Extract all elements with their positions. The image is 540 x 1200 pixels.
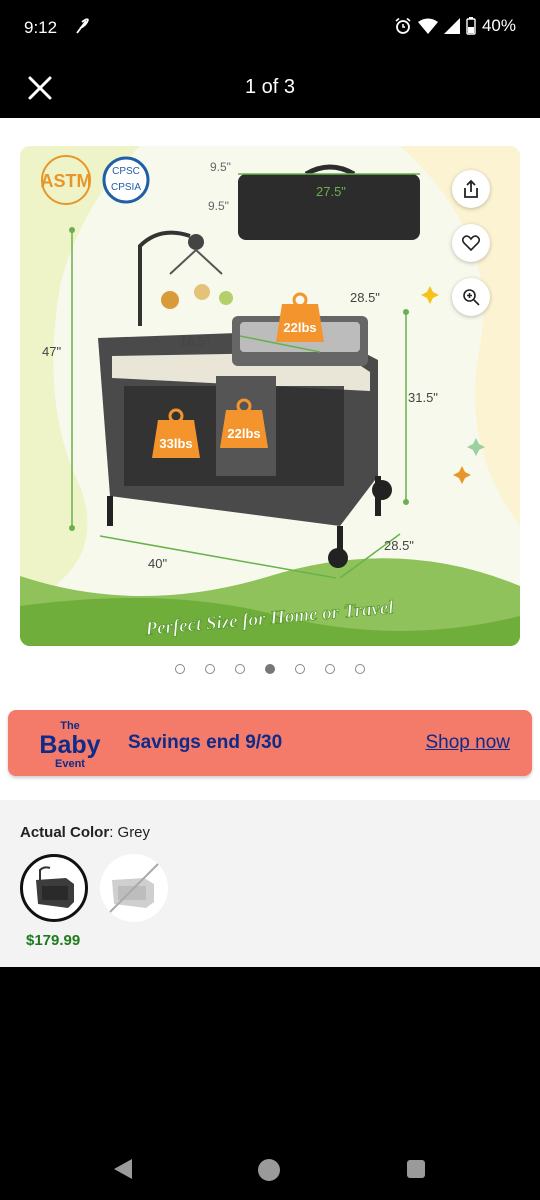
- recents-nav-icon[interactable]: [406, 1159, 426, 1179]
- zoom-button[interactable]: [452, 278, 490, 316]
- alarm-icon: [395, 17, 411, 34]
- carousel-dot[interactable]: [265, 664, 275, 674]
- swatch-grey-thumbnail: [36, 866, 74, 908]
- product-illustration: ASTM CPSC CPSIA 27.5" 9.5" 9.5" 47" 22lb…: [20, 146, 520, 646]
- carousel-indicators: [0, 664, 540, 674]
- home-nav-icon[interactable]: [257, 1158, 281, 1182]
- carousel-dot[interactable]: [295, 664, 305, 674]
- width-label: 40": [148, 556, 167, 571]
- bag-width-label: 27.5": [316, 184, 346, 199]
- color-label: Actual Color: Grey: [20, 824, 151, 841]
- shop-now-link[interactable]: Shop now: [425, 732, 510, 754]
- promo-banner[interactable]: The Baby Event Savings end 9/30 Shop now: [8, 710, 532, 776]
- carousel-dot[interactable]: [235, 664, 245, 674]
- astm-label: ASTM: [41, 171, 92, 191]
- carousel-dot[interactable]: [175, 664, 185, 674]
- side-height-label: 31.5": [408, 390, 438, 405]
- weight-changer-label: 22lbs: [283, 320, 316, 335]
- carousel-dot[interactable]: [355, 664, 365, 674]
- favorite-button[interactable]: [452, 224, 490, 262]
- swatch-price: $179.99: [26, 932, 81, 949]
- color-swatch-grey[interactable]: [20, 854, 88, 922]
- share-button[interactable]: [452, 170, 490, 208]
- depth-label: 28.5": [384, 538, 414, 553]
- color-swatch-unavailable[interactable]: [100, 854, 168, 922]
- bag-height1-label: 9.5": [210, 160, 231, 174]
- wifi-icon: [417, 18, 438, 34]
- status-bar: 9:12 40%: [0, 0, 540, 56]
- height-total-label: 47": [42, 344, 61, 359]
- content: ASTM CPSC CPSIA 27.5" 9.5" 9.5" 47" 22lb…: [0, 118, 540, 967]
- status-time: 9:12: [24, 18, 58, 37]
- heart-icon: [462, 235, 480, 251]
- system-navigation-bar: [0, 1120, 540, 1200]
- color-selector: Actual Color: Grey $179.99: [0, 800, 540, 967]
- share-icon: [464, 179, 478, 198]
- back-nav-icon[interactable]: [112, 1157, 134, 1181]
- page-counter: 1 of 3: [244, 76, 296, 98]
- changer-depth-label: 16.5": [180, 334, 210, 349]
- carousel-dot[interactable]: [205, 664, 215, 674]
- cpsc-badge: CPSC CPSIA: [102, 156, 150, 204]
- promo-text: Savings end 9/30: [128, 732, 283, 753]
- cpsc-label: CPSC: [112, 166, 140, 177]
- changer-width-label: 28.5": [350, 290, 380, 305]
- product-image[interactable]: ASTM CPSC CPSIA 27.5" 9.5" 9.5" 47" 22lb…: [20, 146, 520, 646]
- bag-height2-label: 9.5": [208, 199, 229, 213]
- battery-icon: [466, 17, 476, 35]
- cpsia-label: CPSIA: [111, 182, 141, 193]
- weight-bassinet-label: 33lbs: [159, 436, 192, 451]
- carousel-dot[interactable]: [325, 664, 335, 674]
- weight-organizer-label: 22lbs: [227, 426, 260, 441]
- swatch-unavailable-thumbnail: [109, 863, 159, 913]
- zoom-in-icon: [463, 289, 480, 306]
- status-icons: 40%: [394, 16, 516, 36]
- baby-event-logo: The Baby Event: [39, 720, 101, 770]
- feather-icon: [76, 18, 89, 34]
- battery-percent: 40%: [481, 16, 516, 35]
- signal-icon: [443, 18, 460, 34]
- top-bar: 1 of 3: [0, 56, 540, 118]
